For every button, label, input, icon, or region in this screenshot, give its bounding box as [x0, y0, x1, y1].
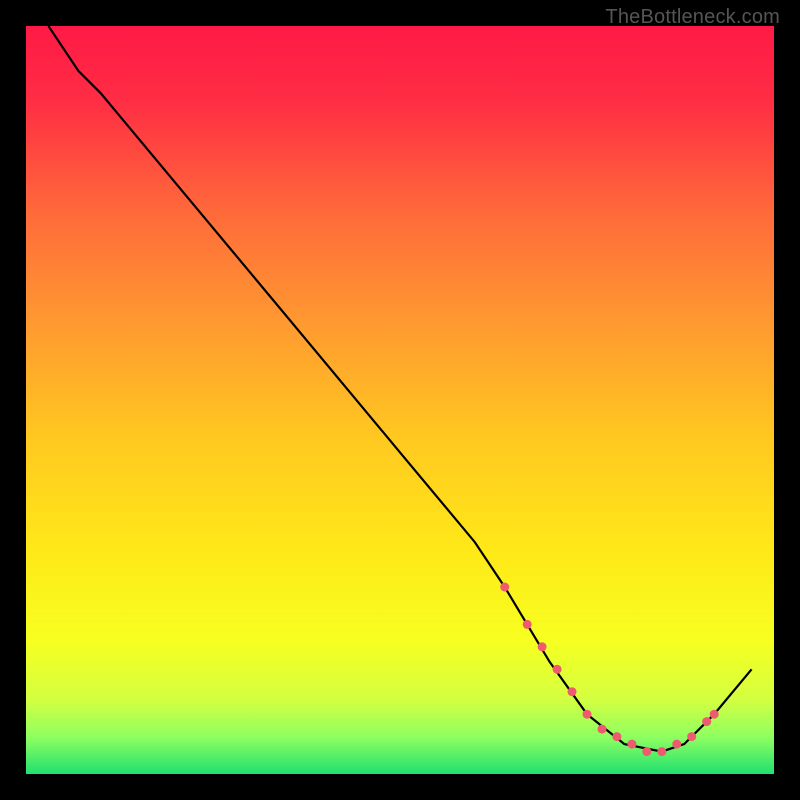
target-dot	[500, 583, 509, 592]
target-dot	[672, 740, 681, 749]
target-dot	[612, 732, 621, 741]
chart-container: TheBottleneck.com	[0, 0, 800, 800]
target-dot	[642, 747, 651, 756]
target-dot	[553, 665, 562, 674]
target-dot	[710, 710, 719, 719]
target-dot	[598, 725, 607, 734]
target-dot	[657, 747, 666, 756]
target-dot	[583, 710, 592, 719]
target-dot	[523, 620, 532, 629]
target-dot	[687, 732, 696, 741]
watermark-text: TheBottleneck.com	[605, 6, 780, 29]
target-dot	[538, 642, 547, 651]
bottleneck-chart	[0, 0, 800, 800]
target-dot	[568, 687, 577, 696]
target-dot	[702, 717, 711, 726]
target-dot	[627, 740, 636, 749]
